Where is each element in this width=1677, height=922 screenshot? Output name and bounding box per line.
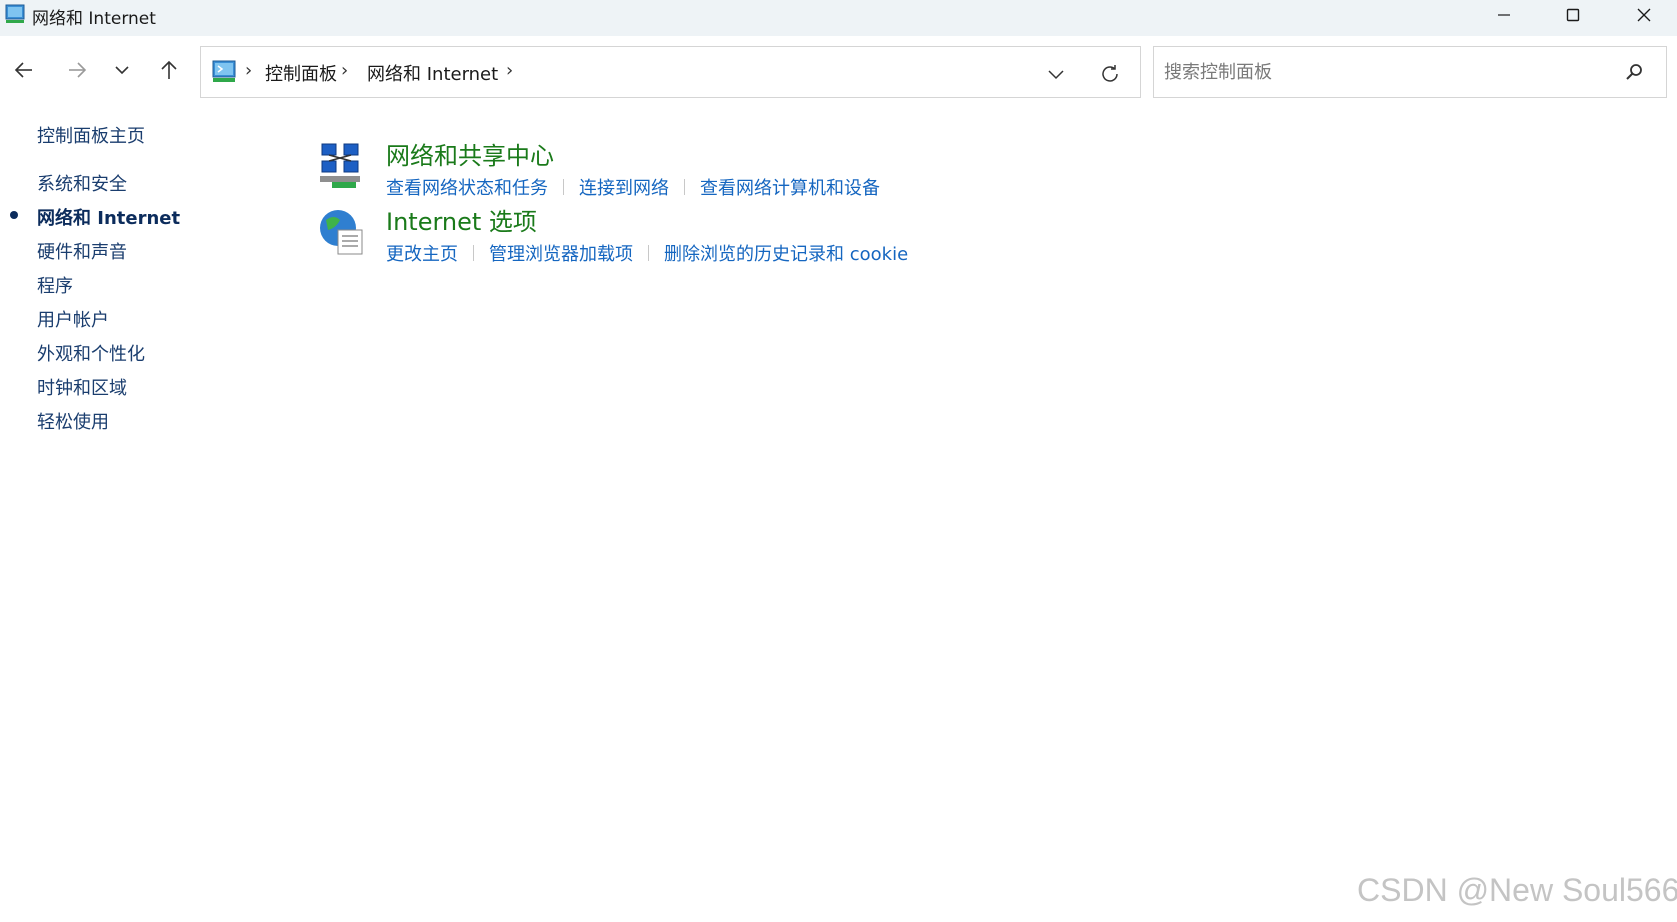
link-connect-network[interactable]: 连接到网络: [579, 174, 669, 200]
sidebar-item-user-accounts[interactable]: 用户帐户: [37, 306, 109, 332]
minimize-button[interactable]: [1474, 0, 1534, 30]
sidebar-item-network-internet[interactable]: 网络和 Internet: [37, 204, 180, 230]
refresh-icon: [1102, 65, 1118, 82]
control-panel-icon: [5, 4, 25, 23]
arrow-right-icon: [69, 62, 87, 78]
watermark: CSDN @New Soul566: [1357, 872, 1677, 908]
refresh-button[interactable]: [1095, 59, 1125, 89]
maximize-icon: [1566, 8, 1580, 22]
link-manage-addons[interactable]: 管理浏览器加载项: [489, 240, 633, 266]
arrow-left-icon: [14, 62, 32, 78]
category-network-sharing: 网络和共享中心 查看网络状态和任务 连接到网络 查看网络计算机和设备: [318, 136, 1218, 202]
link-divider: [563, 179, 564, 195]
forward-button[interactable]: [59, 52, 95, 88]
search-icon[interactable]: [1622, 60, 1646, 84]
navigation-bar: › 控制面板 › 网络和 Internet ›: [0, 36, 1677, 106]
sidebar-item-ease-of-access[interactable]: 轻松使用: [37, 408, 109, 434]
category-internet-options: Internet 选项 更改主页 管理浏览器加载项 删除浏览的历史记录和 coo…: [318, 202, 1218, 268]
link-divider: [648, 245, 649, 261]
back-button[interactable]: [6, 52, 42, 88]
breadcrumb-separator[interactable]: ›: [245, 60, 252, 81]
network-sharing-icon[interactable]: [318, 142, 368, 192]
sidebar-item-programs[interactable]: 程序: [37, 272, 73, 298]
window-title: 网络和 Internet: [32, 9, 156, 29]
control-panel-icon: [212, 60, 236, 82]
chevron-down-icon: [1048, 70, 1064, 80]
chevron-down-icon: [115, 66, 129, 75]
link-divider: [473, 245, 474, 261]
sidebar-item-clock-region[interactable]: 时钟和区域: [37, 374, 127, 400]
recent-locations-button[interactable]: [104, 52, 140, 88]
category-links: 更改主页 管理浏览器加载项 删除浏览的历史记录和 cookie: [386, 240, 908, 266]
search-input[interactable]: [1154, 47, 1614, 97]
sidebar-item-control-panel-home[interactable]: 控制面板主页: [37, 122, 145, 148]
address-history-button[interactable]: [1041, 59, 1071, 89]
link-divider: [684, 179, 685, 195]
category-title-internet-options[interactable]: Internet 选项: [386, 202, 537, 237]
breadcrumb-separator[interactable]: ›: [341, 60, 348, 81]
address-bar[interactable]: › 控制面板 › 网络和 Internet ›: [200, 46, 1141, 98]
link-delete-history[interactable]: 删除浏览的历史记录和 cookie: [664, 240, 908, 266]
sidebar-item-appearance[interactable]: 外观和个性化: [37, 340, 145, 366]
link-view-network-computers[interactable]: 查看网络计算机和设备: [700, 174, 880, 200]
breadcrumb-network-internet[interactable]: 网络和 Internet: [367, 60, 498, 86]
close-button[interactable]: [1614, 0, 1674, 30]
arrow-up-icon: [161, 60, 177, 79]
link-change-homepage[interactable]: 更改主页: [386, 240, 458, 266]
link-view-network-status[interactable]: 查看网络状态和任务: [386, 174, 548, 200]
maximize-button[interactable]: [1543, 0, 1603, 30]
breadcrumb-control-panel[interactable]: 控制面板: [265, 60, 337, 86]
sidebar-item-system-security[interactable]: 系统和安全: [37, 170, 127, 196]
breadcrumb-separator[interactable]: ›: [506, 60, 513, 81]
minimize-icon: [1498, 14, 1510, 16]
title-bar: 网络和 Internet: [0, 0, 1677, 36]
up-button[interactable]: [151, 52, 187, 88]
active-indicator: [10, 211, 18, 219]
search-box[interactable]: [1153, 46, 1667, 98]
internet-options-icon[interactable]: [318, 208, 368, 258]
sidebar-item-hardware-sound[interactable]: 硬件和声音: [37, 238, 127, 264]
category-title-network-sharing[interactable]: 网络和共享中心: [386, 136, 554, 171]
category-links: 查看网络状态和任务 连接到网络 查看网络计算机和设备: [386, 174, 880, 200]
close-icon: [1637, 8, 1651, 22]
